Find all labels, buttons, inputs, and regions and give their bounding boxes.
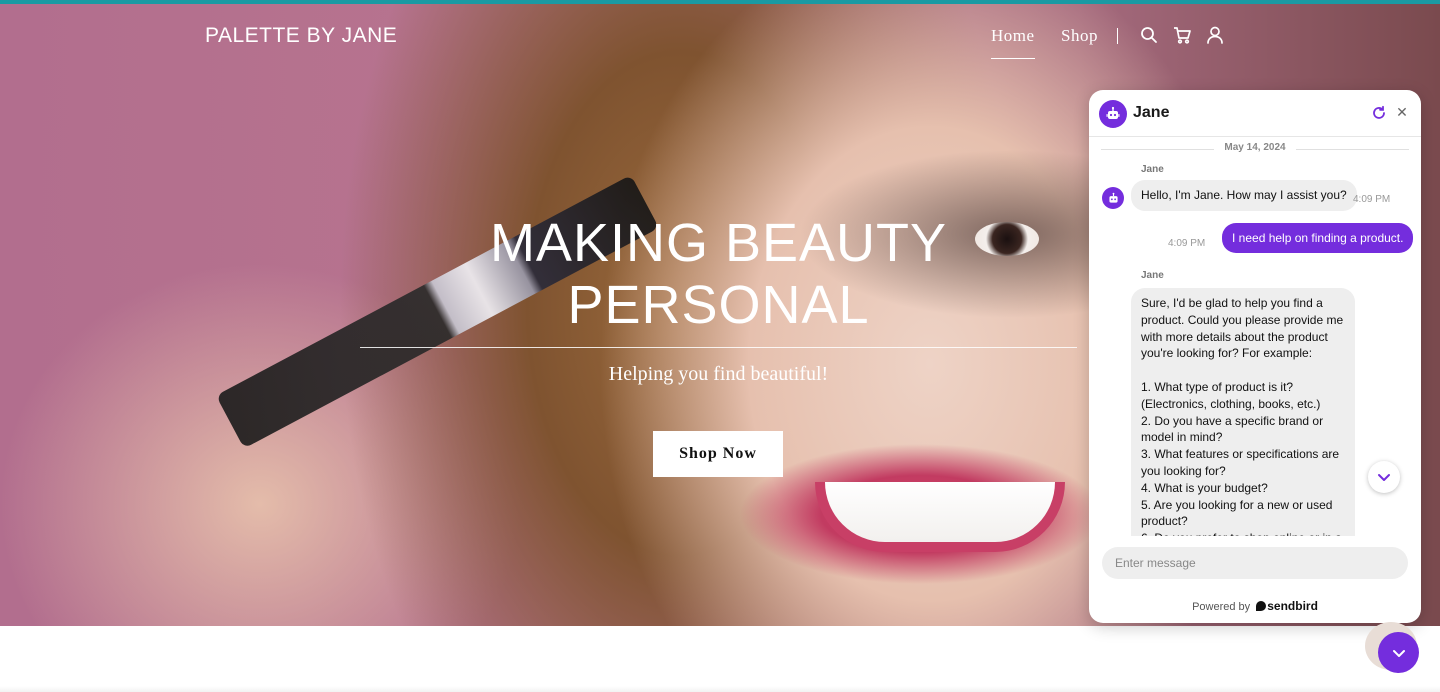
bot-message-bubble: Sure, I'd be glad to help you find a pro… (1131, 288, 1355, 536)
date-label: May 14, 2024 (1214, 142, 1296, 153)
chevron-down-icon (1392, 649, 1405, 657)
cart-icon[interactable] (1172, 25, 1192, 45)
bot-avatar (1099, 100, 1127, 128)
user-message-bubble: I need help on finding a product. (1222, 223, 1414, 253)
close-icon[interactable]: ✕ (1395, 105, 1409, 119)
hero-subtitle: Helping you find beautiful! (608, 363, 829, 385)
nav-divider (1117, 28, 1118, 44)
message-sender-name: Jane (1141, 270, 1164, 281)
hero-headline: MAKING BEAUTY PERSONAL (360, 212, 1077, 336)
scroll-to-bottom-button[interactable] (1368, 461, 1400, 493)
chat-title: Jane (1133, 104, 1170, 121)
hero-divider (360, 347, 1077, 348)
message-input[interactable] (1102, 547, 1408, 579)
message-list-viewport[interactable]: Sure, I'd be glad to help you find a pro… (1089, 286, 1421, 536)
chevron-down-icon (1378, 474, 1390, 481)
sendbird-brand: sendbird (1267, 599, 1318, 613)
hero-headline-line-1: MAKING BEAUTY (489, 213, 948, 273)
chat-launcher-button[interactable] (1378, 632, 1419, 673)
brand-logo[interactable]: PALETTE BY JANE (205, 24, 397, 48)
robot-icon (1106, 106, 1120, 119)
date-separator: May 14, 2024 (1101, 142, 1409, 156)
search-icon[interactable] (1139, 25, 1159, 45)
refresh-icon[interactable] (1371, 105, 1387, 121)
nav-home-link[interactable]: Home (991, 26, 1035, 59)
nav-shop-link[interactable]: Shop (1061, 26, 1098, 52)
chat-header: Jane ✕ (1089, 90, 1421, 137)
message-timestamp: 4:09 PM (1353, 194, 1391, 205)
message-timestamp: 4:09 PM (1168, 238, 1206, 249)
bot-message-bubble: Hello, I'm Jane. How may I assist you? (1131, 180, 1357, 211)
message-sender-name: Jane (1141, 164, 1164, 175)
user-icon[interactable] (1205, 25, 1225, 45)
hero-headline-line-2: PERSONAL (567, 275, 870, 335)
chat-widget: Jane ✕ May 14, 2024 Jane Hello, I'm Jane… (1089, 90, 1421, 623)
bot-avatar (1102, 187, 1124, 209)
sendbird-logo-icon (1256, 601, 1267, 611)
powered-by-label: Powered by (1192, 601, 1251, 613)
powered-by-footer[interactable]: Powered by sendbird (1089, 599, 1421, 613)
robot-icon (1108, 192, 1118, 203)
shop-now-button[interactable]: Shop Now (653, 431, 783, 477)
model-smile-image (815, 482, 1065, 552)
page-bottom-edge (0, 686, 1440, 692)
